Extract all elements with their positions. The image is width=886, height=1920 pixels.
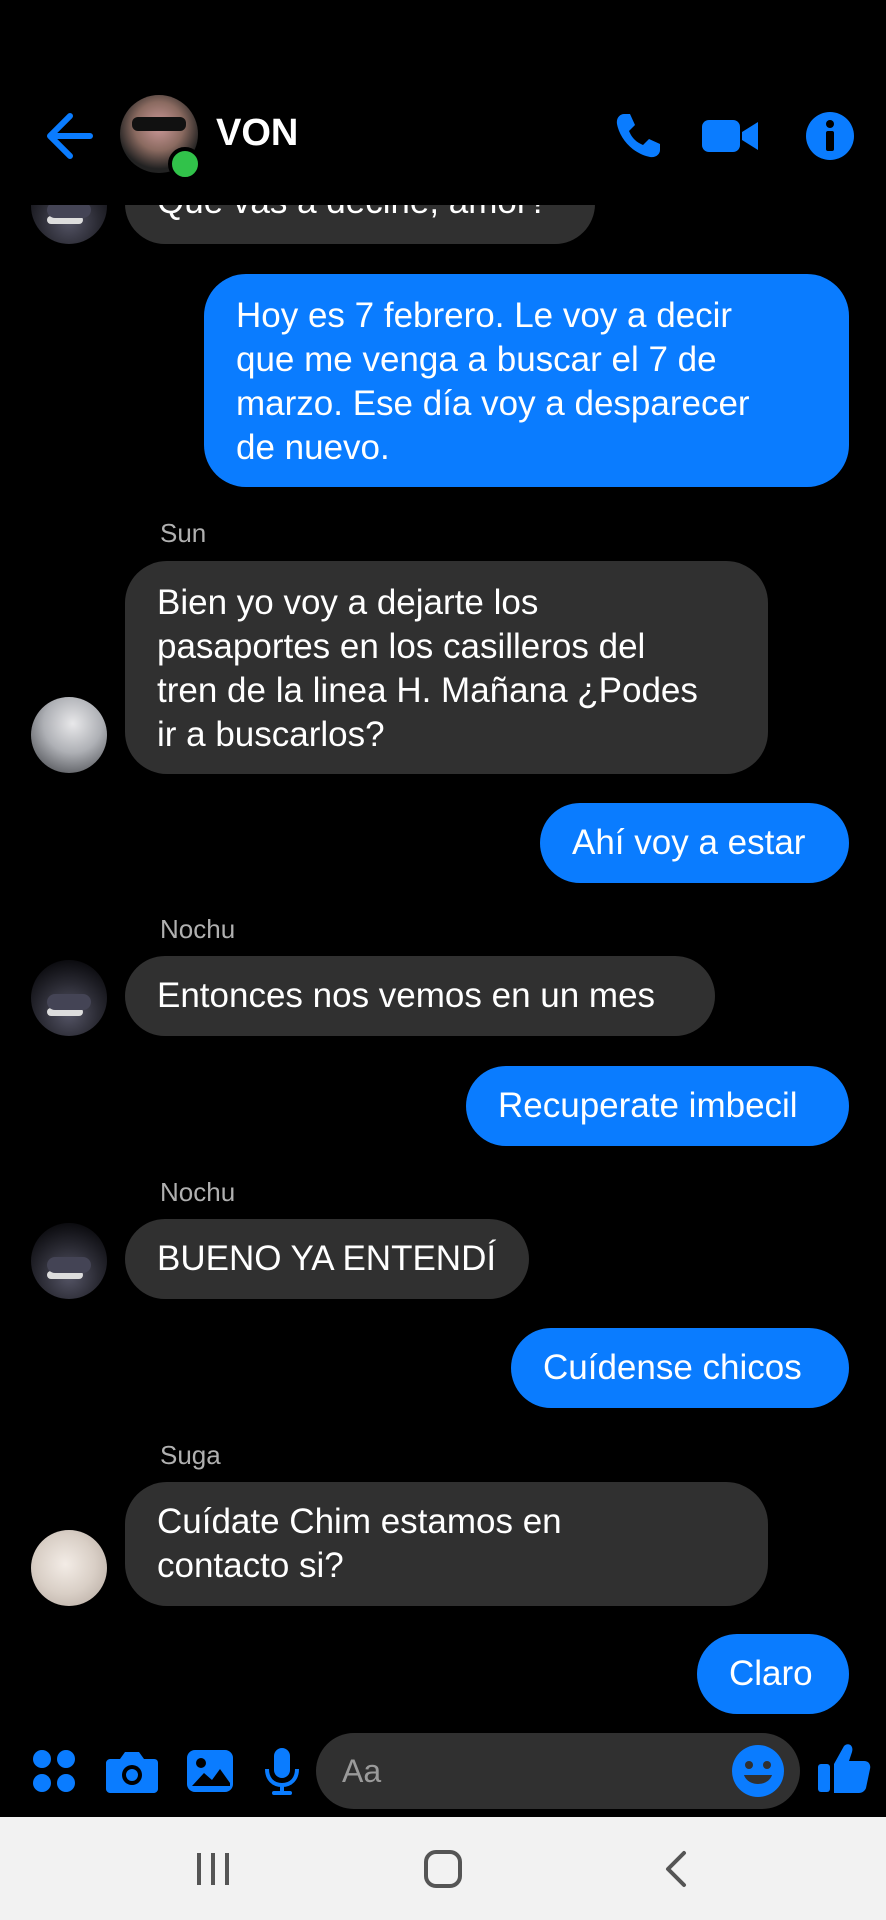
emoji-icon[interactable] xyxy=(730,1743,786,1799)
back-nav-icon[interactable] xyxy=(656,1847,696,1891)
sender-name: Sun xyxy=(160,518,207,548)
image-icon[interactable] xyxy=(184,1745,236,1797)
sender-name: Suga xyxy=(160,1440,221,1470)
microphone-icon[interactable] xyxy=(262,1745,302,1797)
avatar-sun[interactable] xyxy=(31,697,107,773)
message-incoming[interactable]: Bien yo voy a dejarte los pasaportes en … xyxy=(125,561,768,774)
sender-name: Nochu xyxy=(160,1177,236,1207)
online-status-dot xyxy=(168,147,202,181)
phone-icon[interactable] xyxy=(610,108,666,164)
contact-name[interactable]: VON xyxy=(216,112,298,155)
conversation-header: VON xyxy=(0,0,886,205)
thumbs-up-icon[interactable] xyxy=(816,1739,872,1797)
message-outgoing[interactable]: Recuperate imbecil xyxy=(466,1066,849,1146)
message-incoming[interactable]: Cuídate Chim estamos en contacto si? xyxy=(125,1482,768,1606)
avatar-nochu[interactable] xyxy=(31,960,107,1036)
back-arrow-icon[interactable] xyxy=(40,108,96,164)
sender-name: Nochu xyxy=(160,914,236,944)
avatar-nochu[interactable] xyxy=(31,1223,107,1299)
message-input[interactable]: Aa xyxy=(316,1733,800,1809)
message-outgoing[interactable]: Claro xyxy=(697,1634,849,1714)
camera-icon[interactable] xyxy=(104,1745,160,1797)
message-outgoing[interactable]: Ahí voy a estar xyxy=(540,803,849,883)
info-icon[interactable] xyxy=(802,108,858,164)
message-incoming[interactable]: BUENO YA ENTENDÍ xyxy=(125,1219,529,1299)
message-composer: Aa xyxy=(0,1725,886,1817)
avatar-suga[interactable] xyxy=(31,1530,107,1606)
system-navigation-bar xyxy=(0,1817,886,1920)
message-outgoing[interactable]: Cuídense chicos xyxy=(511,1328,849,1408)
message-list[interactable]: Que vas a decirle, amor? Hoy es 7 febrer… xyxy=(0,0,886,1725)
message-outgoing[interactable]: Hoy es 7 febrero. Le voy a decir que me … xyxy=(204,274,849,487)
apps-grid-icon[interactable] xyxy=(28,1745,80,1797)
message-input-placeholder: Aa xyxy=(342,1753,382,1789)
message-incoming[interactable]: Entonces nos vemos en un mes xyxy=(125,956,715,1036)
video-camera-icon[interactable] xyxy=(700,108,760,164)
home-icon[interactable] xyxy=(421,1847,465,1891)
recent-apps-icon[interactable] xyxy=(193,1847,233,1891)
